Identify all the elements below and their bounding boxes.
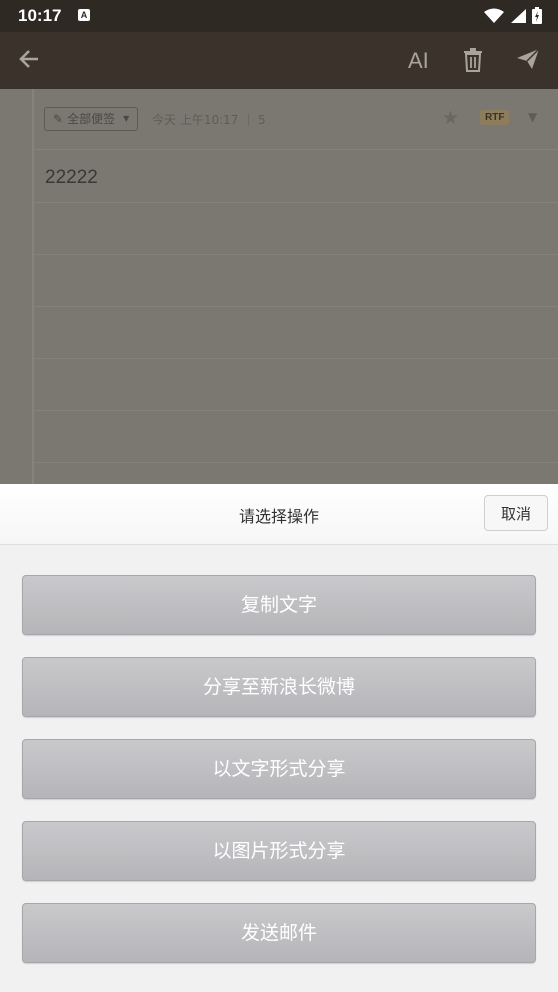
divider xyxy=(34,202,558,203)
wifi-icon xyxy=(484,8,504,23)
cancel-button[interactable]: 取消 xyxy=(484,495,548,531)
folder-label: 全部便签 xyxy=(67,112,116,126)
notification-app-icon: A xyxy=(78,9,90,21)
divider xyxy=(34,306,558,307)
action-sheet: 请选择操作 取消 复制文字 分享至新浪长微博 以文字形式分享 以图片形式分享 发… xyxy=(0,484,558,992)
status-icons xyxy=(484,7,542,24)
share-weibo-button[interactable]: 分享至新浪长微博 xyxy=(22,657,536,717)
note-editor: ✎ 全部便签 ▼ 今天 上午10:17 ｜ 5 ★ RTF ▼ 22222 xyxy=(0,89,558,484)
status-bar: 10:17 A xyxy=(0,0,558,32)
note-meta: 今天 上午10:17 ｜ 5 xyxy=(152,113,266,127)
folder-selector[interactable]: ✎ 全部便签 ▼ xyxy=(44,107,139,131)
rtf-badge[interactable]: RTF xyxy=(480,110,510,125)
sheet-title: 请选择操作 xyxy=(238,507,319,526)
copy-text-button[interactable]: 复制文字 xyxy=(22,575,536,635)
signal-icon xyxy=(511,8,526,23)
trash-icon[interactable] xyxy=(462,48,484,78)
share-as-image-button[interactable]: 以图片形式分享 xyxy=(22,821,536,881)
divider xyxy=(34,254,558,255)
send-icon[interactable] xyxy=(516,48,540,76)
sheet-header: 请选择操作 取消 xyxy=(0,484,558,545)
back-arrow-icon[interactable] xyxy=(18,48,40,76)
dropdown-icon: ▼ xyxy=(123,114,130,123)
divider xyxy=(34,149,558,150)
share-as-text-button[interactable]: 以文字形式分享 xyxy=(22,739,536,799)
send-email-button[interactable]: 发送邮件 xyxy=(22,903,536,963)
edit-icon: ✎ xyxy=(53,112,64,126)
star-icon[interactable]: ★ xyxy=(442,107,459,129)
note-body-text[interactable]: 22222 xyxy=(45,167,98,189)
note-toolbar: ✎ 全部便签 ▼ 今天 上午10:17 ｜ 5 ★ RTF ▼ xyxy=(44,107,544,131)
status-time: 10:17 xyxy=(18,6,62,25)
battery-icon xyxy=(532,7,542,24)
app-bar: AI xyxy=(0,32,558,89)
divider xyxy=(34,410,558,411)
divider xyxy=(34,462,558,463)
ai-button[interactable]: AI xyxy=(408,48,429,74)
chevron-down-icon[interactable]: ▼ xyxy=(528,110,537,124)
divider xyxy=(34,358,558,359)
